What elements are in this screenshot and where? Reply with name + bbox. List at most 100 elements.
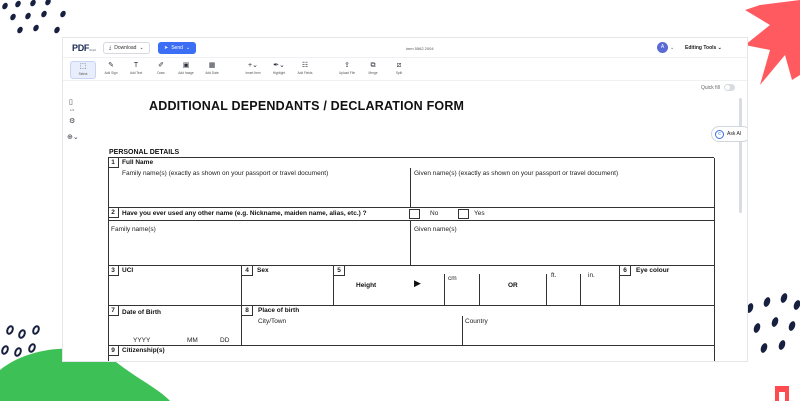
or-label: OR	[508, 282, 518, 289]
image-icon: ▣	[182, 62, 190, 69]
sex-label: Sex	[257, 267, 269, 274]
field-number: 6	[620, 266, 631, 276]
page-thumbnail-icon[interactable]: ▯	[69, 98, 73, 106]
editing-tools-menu[interactable]: Editing Tools ⌄	[685, 45, 722, 51]
dob-label: Date of Birth	[122, 309, 161, 316]
draw-icon: ✐	[158, 62, 164, 69]
tool-label: Add Image	[178, 71, 194, 75]
tool-label: Draw	[157, 71, 165, 75]
arrow-right-icon: ▶	[414, 278, 421, 288]
cell-divider	[546, 274, 547, 305]
eye-colour-label: Eye colour	[636, 267, 670, 274]
given-name-input[interactable]	[414, 180, 710, 204]
cm-unit: cm	[448, 275, 457, 282]
height-label: Height	[356, 282, 377, 289]
form-title: ADDITIONAL DEPENDANTS / DECLARATION FORM	[149, 99, 465, 113]
user-avatar[interactable]: A	[657, 42, 668, 53]
download-icon: ⤓	[109, 45, 112, 51]
ft-unit: ft.	[551, 272, 557, 279]
cell-divider	[410, 168, 411, 207]
download-button[interactable]: ⤓ Download ⌄	[103, 42, 150, 54]
calendar-icon: ▦	[208, 62, 216, 69]
tool-label: Select	[78, 72, 88, 76]
section-divider	[108, 157, 714, 158]
other-given-name-label: Given name(s)	[414, 226, 457, 233]
tool-upload-file[interactable]: ⇪ Upload File	[334, 61, 360, 79]
select-icon: ⬚	[79, 63, 87, 70]
tool-label: Add Sign	[104, 71, 118, 75]
family-name-input[interactable]	[122, 180, 406, 204]
uci-label: UCI	[122, 267, 134, 274]
top-bar: PDFSimpli ⤓ Download ⌄ ➤ Send ⌄ imm 5562…	[63, 38, 747, 58]
tool-add-image[interactable]: ▣ Add Image	[173, 61, 199, 79]
tool-insert-item[interactable]: +⌄ Insert Item	[240, 61, 266, 79]
tool-add-fields[interactable]: ☷ Add Fields	[292, 61, 318, 79]
mm-label: MM	[187, 337, 198, 344]
row-divider	[108, 345, 715, 346]
download-label: Download	[114, 45, 137, 51]
send-icon: ➤	[164, 45, 169, 51]
yes-checkbox[interactable]	[458, 209, 469, 219]
chevron-down-icon: ⌄	[185, 45, 191, 51]
cell-divider	[479, 274, 480, 305]
pdf-editor-window: PDFSimpli ⤓ Download ⌄ ➤ Send ⌄ imm 5562…	[62, 37, 748, 362]
chevron-down-icon: ⌄	[139, 45, 144, 51]
table-border-right	[714, 158, 715, 361]
quick-fill-label: Quick fill	[701, 85, 720, 91]
given-name-label: Given name(s) (exactly as shown on your …	[414, 170, 619, 177]
field-number: 1	[108, 158, 119, 168]
tool-add-sign[interactable]: ✎ Add Sign	[98, 61, 124, 79]
field-number: 9	[108, 346, 119, 356]
quick-fill-toggle[interactable]	[724, 84, 735, 91]
zoom-icon[interactable]: ⊕⌄	[67, 133, 79, 141]
app-logo: PDFSimpli	[72, 43, 96, 53]
tool-draw[interactable]: ✐ Draw	[148, 61, 174, 79]
tool-split[interactable]: ⧄ Split	[386, 61, 412, 79]
field-number: 8	[242, 306, 253, 316]
send-label: Send	[171, 45, 183, 51]
city-label: City/Town	[258, 318, 287, 325]
tool-label: Upload File	[338, 71, 356, 75]
field-number: 7	[108, 306, 119, 316]
logo-text: PDF	[72, 43, 90, 53]
yes-label: Yes	[474, 210, 485, 217]
tool-select[interactable]: ⬚ Select	[70, 61, 96, 79]
document-name[interactable]: imm 5562 2004	[406, 46, 434, 51]
no-label: No	[430, 210, 439, 217]
full-name-label: Full Name	[122, 159, 154, 166]
no-checkbox[interactable]	[409, 209, 420, 219]
cell-divider	[462, 316, 463, 345]
insert-icon: +⌄	[248, 62, 258, 69]
merge-icon: ⧉	[370, 62, 376, 69]
highlight-icon: ✒⌄	[273, 62, 285, 69]
tool-label: Split	[395, 71, 403, 75]
other-name-question: Have you ever used any other name (e.g. …	[122, 210, 367, 217]
tool-label: Add Fields	[297, 71, 313, 75]
tool-label: Highlight	[272, 71, 286, 75]
text-icon: T	[133, 62, 139, 69]
pen-icon: ✎	[108, 62, 114, 69]
tool-label: Add Date	[205, 71, 219, 75]
yyyy-label: YYYY	[133, 337, 151, 344]
citizenship-label: Citizenship(s)	[122, 347, 165, 354]
cell-divider	[444, 274, 445, 305]
tool-add-text[interactable]: T Add Text	[123, 61, 149, 79]
tool-add-date[interactable]: ▦ Add Date	[199, 61, 225, 79]
tool-highlight[interactable]: ✒⌄ Highlight	[266, 61, 292, 79]
gear-icon[interactable]: ⚙	[69, 117, 75, 125]
upload-icon: ⇪	[344, 62, 350, 69]
place-of-birth-label: Place of birth	[258, 307, 300, 314]
tool-label: Add Text	[129, 71, 143, 75]
vertical-scrollbar[interactable]	[739, 98, 742, 213]
country-label: Country	[465, 318, 488, 325]
dd-label: DD	[220, 337, 230, 344]
document-page: ADDITIONAL DEPENDANTS / DECLARATION FORM…	[108, 96, 720, 361]
page-indicator: 1/4	[70, 108, 75, 112]
other-family-name-label: Family name(s)	[111, 226, 156, 233]
logo-subtext: Simpli	[89, 48, 96, 52]
tool-merge[interactable]: ⧉ Merge	[360, 61, 386, 79]
cell-divider	[580, 274, 581, 305]
tool-label: Merge	[368, 71, 378, 75]
send-button[interactable]: ➤ Send ⌄	[158, 42, 197, 54]
chevron-down-icon[interactable]: ⌄	[670, 45, 674, 51]
